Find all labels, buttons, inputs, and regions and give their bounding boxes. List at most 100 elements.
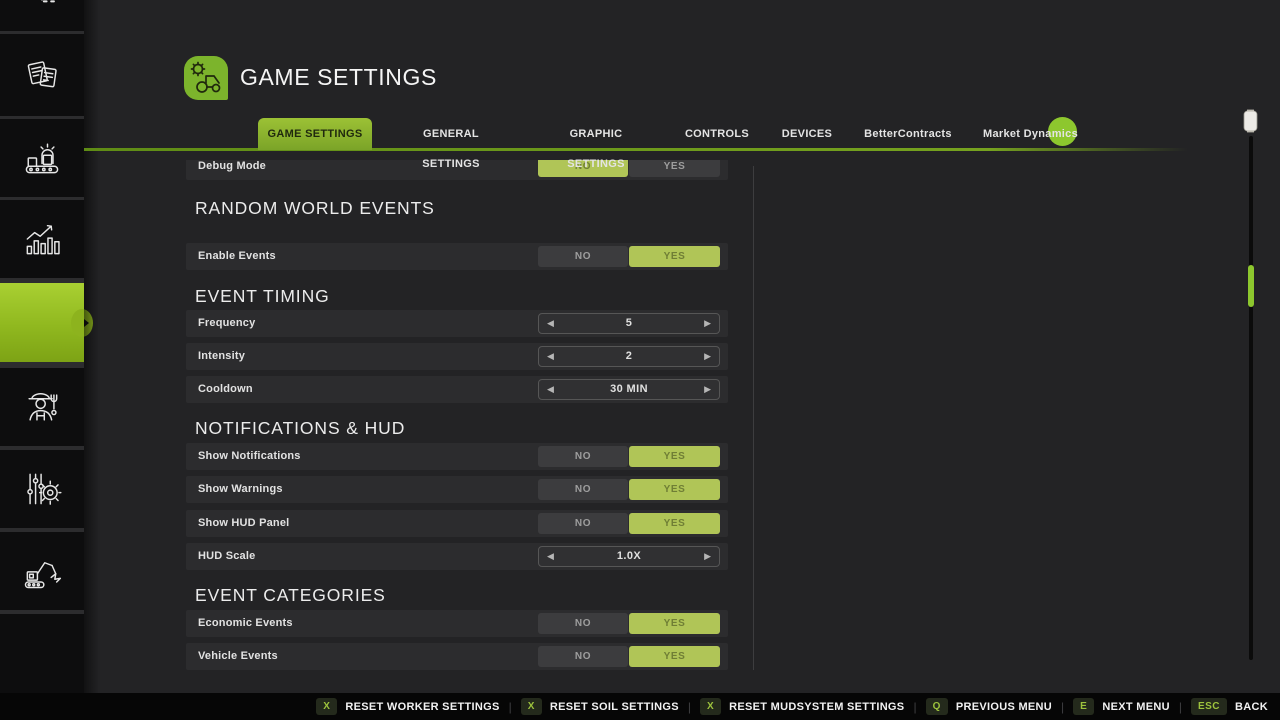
toggle-no-button[interactable]: NO <box>538 613 628 634</box>
hint-label: BACK <box>1235 701 1268 713</box>
hint-next-menu[interactable]: E NEXT MENU <box>1073 698 1170 715</box>
setting-label: Vehicle Events <box>198 643 278 670</box>
toggle-yes-button[interactable]: YES <box>629 646 720 667</box>
tab-game-settings[interactable]: GAME SETTINGS <box>258 118 372 150</box>
setting-row-vehicle-events: Vehicle Events NOYES <box>186 643 728 670</box>
toggle-yes-button[interactable]: YES <box>629 160 720 177</box>
tab-controls[interactable]: CONTROLS <box>682 119 752 149</box>
key-badge: E <box>1073 698 1094 715</box>
setting-row-show-warnings: Show Warnings NOYES <box>186 476 728 503</box>
excavator-icon <box>20 549 64 593</box>
stepper-control: ◀2▶ <box>538 346 720 367</box>
setting-label: Cooldown <box>198 376 253 403</box>
hint-reset-worker-settings[interactable]: X RESET WORKER SETTINGS <box>316 698 499 715</box>
sidebar-item-statistics[interactable] <box>0 200 84 278</box>
toggle-yes-button[interactable]: YES <box>629 479 720 500</box>
setting-row-economic-events: Economic Events NOYES <box>186 610 728 637</box>
settings-scroll-area[interactable]: Debug ModeNOYESRANDOM WORLD EVENTSEnable… <box>186 160 728 670</box>
hint-reset-soil-settings[interactable]: X RESET SOIL SETTINGS <box>521 698 679 715</box>
hint-label: NEXT MENU <box>1102 701 1169 713</box>
setting-label: Show Warnings <box>198 476 283 503</box>
setting-label: Enable Events <box>198 243 276 270</box>
section-title: RANDOM WORLD EVENTS <box>195 198 435 220</box>
stepper-increase-icon[interactable]: ▶ <box>704 314 711 333</box>
hint-separator: | <box>688 700 691 714</box>
sidebar-item-tuning[interactable] <box>0 450 84 528</box>
hint-label: PREVIOUS MENU <box>956 701 1052 713</box>
stepper-increase-icon[interactable]: ▶ <box>704 547 711 566</box>
sidebar-item-farmer[interactable] <box>0 368 84 446</box>
stepper-increase-icon[interactable]: ▶ <box>704 347 711 366</box>
key-hint-bar: X RESET WORKER SETTINGS | X RESET SOIL SETTI… <box>0 693 1280 720</box>
setting-label: Frequency <box>198 310 255 337</box>
scroll-handle-icon <box>1243 109 1258 133</box>
stepper-increase-icon[interactable]: ▶ <box>704 380 711 399</box>
stepper-value: 5 <box>539 314 719 333</box>
key-badge: X <box>700 698 721 715</box>
section-title: EVENT CATEGORIES <box>195 585 386 607</box>
sidebar <box>0 0 84 693</box>
hint-separator: | <box>509 700 512 714</box>
hint-back[interactable]: ESC BACK <box>1191 698 1268 715</box>
section-title: NOTIFICATIONS & HUD <box>195 418 405 440</box>
stepper-value: 30 MIN <box>539 380 719 399</box>
hint-separator: | <box>913 700 916 714</box>
key-badge: ESC <box>1191 698 1227 715</box>
tab-bettercontracts[interactable]: BetterContracts <box>862 119 954 149</box>
toggle-no-button[interactable]: NO <box>538 479 628 500</box>
toggle-no-button[interactable]: NO <box>538 446 628 467</box>
stepper-value: 1.0X <box>539 547 719 566</box>
hint-label: RESET MUDSYSTEM SETTINGS <box>729 701 904 713</box>
toggle-yes-button[interactable]: YES <box>629 246 720 267</box>
hint-separator: | <box>1061 700 1064 714</box>
tab-devices[interactable]: DEVICES <box>779 119 835 149</box>
content-divider <box>753 166 754 670</box>
page-title: GAME SETTINGS <box>240 64 437 91</box>
setting-label: HUD Scale <box>198 543 255 570</box>
sidebar-item-partial-top[interactable] <box>0 0 84 31</box>
hint-reset-mudsystem-settings[interactable]: X RESET MUDSYSTEM SETTINGS <box>700 698 904 715</box>
toggle-no-button[interactable]: NO <box>538 513 628 534</box>
key-badge: X <box>316 698 337 715</box>
hint-separator: | <box>1179 700 1182 714</box>
toggle-no-button[interactable]: NO <box>538 646 628 667</box>
sidebar-item-production[interactable] <box>0 119 84 197</box>
toggle-yes-button[interactable]: YES <box>629 613 720 634</box>
contracts-icon <box>20 53 64 97</box>
statistics-icon <box>20 217 64 261</box>
section-title: EVENT TIMING <box>195 286 330 308</box>
toggle-yes-button[interactable]: YES <box>629 513 720 534</box>
tab-general-settings[interactable]: GENERAL SETTINGS <box>395 119 507 149</box>
sidebar-item-empty-tile <box>0 614 84 693</box>
stepper-control: ◀5▶ <box>538 313 720 334</box>
production-icon <box>20 136 64 180</box>
setting-row-cooldown: Cooldown ◀30 MIN▶ <box>186 376 728 403</box>
hint-label: RESET WORKER SETTINGS <box>345 701 499 713</box>
setting-row-enable-events: Enable Events NOYES <box>186 243 728 270</box>
hint-previous-menu[interactable]: Q PREVIOUS MENU <box>926 698 1052 715</box>
sidebar-item-excavator[interactable] <box>0 532 84 610</box>
setting-label: Economic Events <box>198 610 293 637</box>
sidebar-item-current-menu-tile[interactable] <box>0 283 84 362</box>
scrollbar-thumb[interactable] <box>1248 265 1254 307</box>
toggle-no-button[interactable]: NO <box>538 246 628 267</box>
sidebar-item-contracts[interactable] <box>0 34 84 116</box>
setting-label: Show HUD Panel <box>198 510 289 537</box>
tuning-icon <box>20 467 64 511</box>
hint-label: RESET SOIL SETTINGS <box>550 701 679 713</box>
setting-row-hud-scale: HUD Scale◀1.0X▶ <box>186 543 728 570</box>
setting-row-show-hud-panel: Show HUD Panel NOYES <box>186 510 728 537</box>
setting-label: Intensity <box>198 343 245 370</box>
toggle-yes-button[interactable]: YES <box>629 446 720 467</box>
scrollbar-track[interactable] <box>1249 136 1253 660</box>
selected-tile-arrow-icon <box>84 319 89 327</box>
key-badge: X <box>521 698 542 715</box>
tab-graphic-settings[interactable]: GRAPHIC SETTINGS <box>540 119 652 149</box>
setting-row-frequency: Frequency ◀5▶ <box>186 310 728 337</box>
tab-market-dynamics[interactable]: Market Dynamics <box>982 119 1079 149</box>
setting-row-intensity: Intensity ◀2▶ <box>186 343 728 370</box>
key-badge: Q <box>926 698 948 715</box>
stepper-control: ◀30 MIN▶ <box>538 379 720 400</box>
stepper-value: 2 <box>539 347 719 366</box>
partial-top-icon <box>20 0 64 38</box>
